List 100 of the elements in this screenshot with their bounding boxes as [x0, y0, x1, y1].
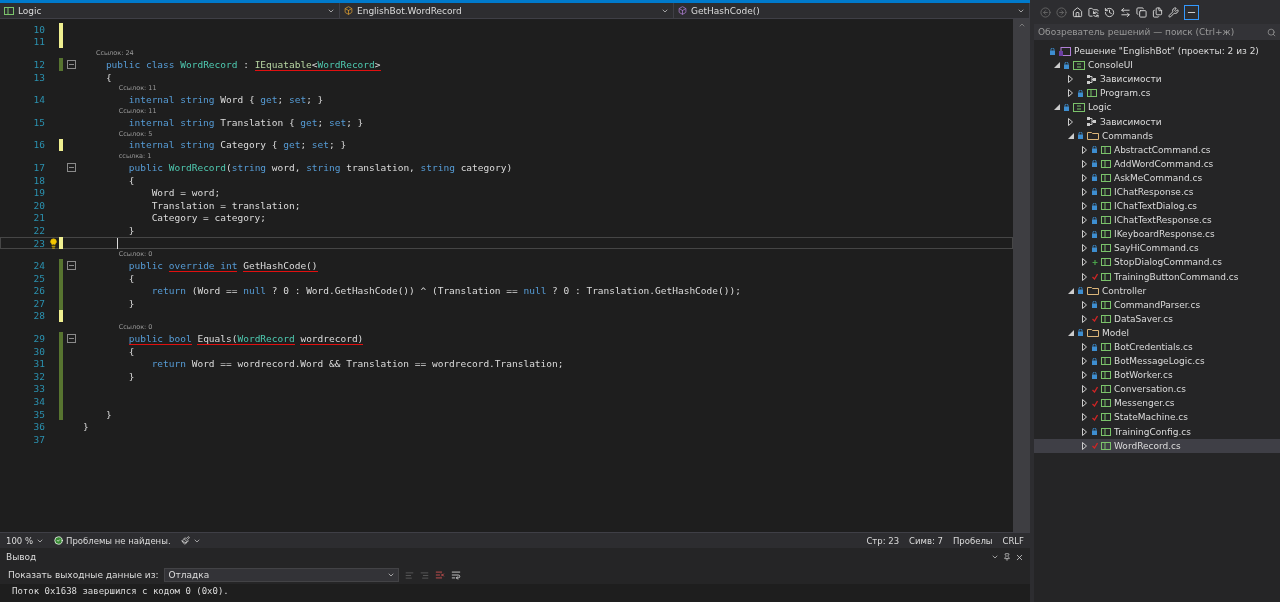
line-number: 23	[32, 237, 46, 249]
source-dropdown[interactable]: Отладка	[164, 568, 400, 582]
problems-indicator[interactable]: Проблемы не найдены.	[54, 535, 171, 546]
collapsed-arrow-icon[interactable]	[1082, 371, 1087, 380]
collapsed-arrow-icon[interactable]	[1068, 89, 1073, 98]
tree-item[interactable]: AddWordCommand.cs	[1034, 156, 1280, 171]
tree-item[interactable]: WordRecord.cs	[1034, 438, 1280, 453]
expanded-arrow-icon[interactable]	[1053, 104, 1060, 111]
collapsed-arrow-icon[interactable]	[1082, 300, 1087, 309]
search-field[interactable]: Обозреватель решений — поиск (Ctrl+ж)	[1034, 24, 1280, 40]
tree-item[interactable]: DataSaver.cs	[1034, 311, 1280, 326]
tree-item[interactable]: AbstractCommand.cs	[1034, 142, 1280, 157]
tree-item[interactable]: IChatTextDialog.cs	[1034, 199, 1280, 214]
collapsed-arrow-icon[interactable]	[1082, 258, 1087, 267]
fold-toggle[interactable]	[67, 60, 76, 69]
line-number: 25	[32, 272, 46, 284]
lightbulb-icon[interactable]	[47, 237, 59, 249]
lock-icon	[1092, 428, 1097, 436]
lock-icon	[1078, 132, 1083, 140]
tree-item[interactable]: AskMeCommand.cs	[1034, 170, 1280, 185]
collapsed-arrow-icon[interactable]	[1082, 202, 1087, 211]
tree-item[interactable]: CommandParser.cs	[1034, 297, 1280, 312]
tree-item[interactable]: Conversation.cs	[1034, 382, 1280, 397]
lock-icon	[1092, 357, 1097, 365]
line-number: 37	[32, 433, 46, 445]
collapsed-arrow-icon[interactable]	[1068, 75, 1073, 84]
plus-icon	[1092, 258, 1098, 266]
code-line: internal string Translation { get; set; }	[127, 116, 364, 128]
code-line: {	[127, 174, 135, 186]
collapsed-arrow-icon[interactable]	[1082, 441, 1087, 450]
tree-item[interactable]: StopDialogCommand.cs	[1034, 255, 1280, 270]
column-indicator[interactable]: Симв: 7	[909, 535, 943, 546]
collapsed-arrow-icon[interactable]	[1082, 188, 1087, 196]
collapsed-arrow-icon[interactable]	[1068, 117, 1073, 126]
tree-item[interactable]: SayHiCommand.cs	[1034, 241, 1280, 256]
tree-item[interactable]: Зависимости	[1034, 72, 1280, 87]
line-number: 29	[32, 333, 46, 345]
tree-item[interactable]: Зависимости	[1034, 114, 1280, 129]
indent-indicator[interactable]: Пробелы	[952, 535, 993, 546]
tree-item[interactable]: TrainingConfig.cs	[1034, 424, 1280, 439]
expanded-arrow-icon[interactable]	[1067, 132, 1074, 139]
tree-item[interactable]: Messenger.cs	[1034, 396, 1280, 411]
home-icon	[1072, 6, 1083, 18]
expanded-arrow-icon[interactable]	[1053, 62, 1060, 69]
tree-item[interactable]: IChatTextResponse.cs	[1034, 213, 1280, 228]
tree-item[interactable]: Program.cs	[1034, 86, 1280, 101]
line-number: 34	[32, 396, 46, 408]
tree-item[interactable]: Model	[1034, 325, 1280, 340]
collapsed-arrow-icon[interactable]	[1082, 216, 1087, 225]
tree-item[interactable]: Решение "EnglishBot" (проекты: 2 из 2)	[1034, 44, 1280, 59]
collapsed-arrow-icon[interactable]	[1082, 145, 1087, 154]
collapsed-arrow-icon[interactable]	[1082, 385, 1087, 394]
zoom-dropdown[interactable]: 100 %	[6, 535, 44, 546]
line-number: 32	[32, 370, 46, 382]
collapsed-arrow-icon[interactable]	[1082, 399, 1087, 408]
collapsed-arrow-icon[interactable]	[1082, 272, 1087, 281]
line-ending-indicator[interactable]: CRLF	[1002, 535, 1024, 546]
expanded-arrow-icon[interactable]	[1067, 287, 1074, 294]
collapsed-arrow-icon[interactable]	[1082, 357, 1087, 366]
project-dropdown[interactable]: Logic	[0, 3, 340, 18]
collapsed-arrow-icon[interactable]	[1082, 413, 1087, 422]
tree-item[interactable]: Logic	[1034, 100, 1280, 115]
line-indicator[interactable]: Стр: 23	[866, 535, 900, 546]
tree-item[interactable]: IChatResponse.cs	[1034, 184, 1280, 200]
tree-item[interactable]: BotCredentials.cs	[1034, 339, 1280, 355]
code-line: }	[127, 370, 135, 382]
collapsed-arrow-icon[interactable]	[1082, 244, 1087, 253]
cleanup-button[interactable]	[180, 536, 201, 545]
line-number: 20	[32, 199, 46, 211]
vertical-scrollbar[interactable]	[1013, 19, 1030, 532]
tree-item[interactable]: BotMessageLogic.cs	[1034, 354, 1280, 369]
collapsed-arrow-icon[interactable]	[1082, 173, 1087, 182]
line-number: 13	[32, 71, 46, 83]
fold-toggle[interactable]	[67, 162, 76, 172]
collapsed-arrow-icon[interactable]	[1082, 314, 1087, 323]
fold-toggle[interactable]	[67, 334, 76, 344]
method-icon	[678, 6, 687, 15]
collapsed-arrow-icon[interactable]	[1082, 230, 1087, 239]
expanded-arrow-icon[interactable]	[1067, 329, 1074, 336]
collapsed-arrow-icon[interactable]	[1082, 427, 1087, 436]
line-number: 14	[32, 94, 46, 106]
lock-icon	[1064, 61, 1069, 69]
preview-toggle[interactable]	[1184, 4, 1199, 20]
text-cursor	[117, 237, 118, 249]
lock-icon	[1050, 47, 1055, 55]
code-line: }	[83, 421, 89, 433]
tree-item[interactable]: ConsoleUI	[1034, 58, 1280, 73]
tree-item[interactable]: StateMachine.cs	[1034, 410, 1280, 425]
tree-item[interactable]: Controller	[1034, 283, 1280, 298]
collapsed-arrow-icon[interactable]	[1082, 343, 1087, 351]
code-line: }	[104, 408, 112, 420]
tree-item[interactable]: BotWorker.cs	[1034, 368, 1280, 383]
fold-toggle[interactable]	[67, 261, 76, 271]
tree-item[interactable]: IKeyboardResponse.cs	[1034, 227, 1280, 242]
check-icon	[1092, 315, 1098, 323]
tree-item[interactable]: Commands	[1034, 128, 1280, 143]
type-dropdown[interactable]: EnglishBot.WordRecord	[340, 3, 674, 18]
solution-icon	[1059, 46, 1071, 56]
collapsed-arrow-icon[interactable]	[1082, 159, 1087, 168]
tree-item[interactable]: TrainingButtonCommand.cs	[1034, 269, 1280, 284]
